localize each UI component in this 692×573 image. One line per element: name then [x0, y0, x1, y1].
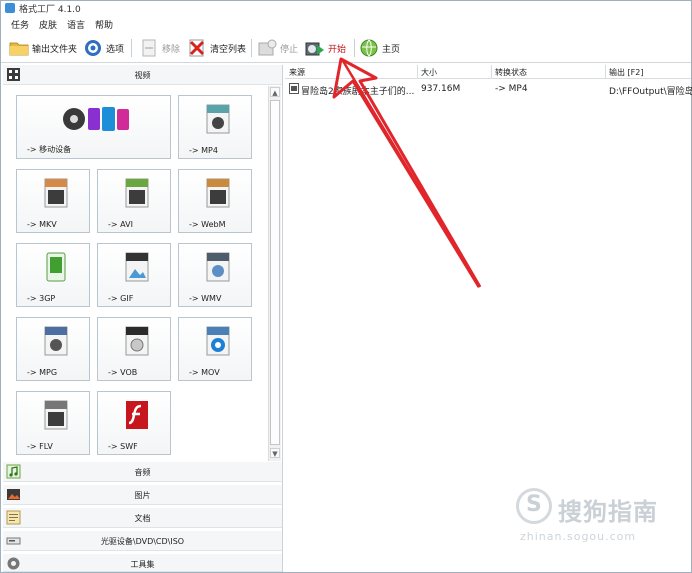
3gp-file-icon	[44, 252, 68, 282]
format-tile-vob[interactable]: -> VOB	[97, 317, 171, 381]
app-logo-icon	[5, 3, 15, 13]
column-divider	[417, 65, 418, 79]
toolbar: 输出文件夹 选项 移除 清空列表 停止 开始 主页	[1, 33, 691, 63]
column-output[interactable]: 输出 [F2]	[609, 67, 643, 78]
stop-icon	[257, 38, 277, 58]
scroll-down-arrow-icon[interactable]: ▼	[270, 448, 280, 458]
category-tools[interactable]: 工具集	[3, 554, 282, 572]
format-tile-mpg[interactable]: -> MPG	[16, 317, 90, 381]
start-play-icon	[305, 38, 325, 58]
toolbar-separator	[354, 39, 355, 57]
format-tile-swf[interactable]: -> SWF	[97, 391, 171, 455]
category-picture[interactable]: 图片	[3, 485, 282, 505]
output-folder-button[interactable]: 输出文件夹	[9, 37, 77, 59]
watermark-text: 搜狗指南	[558, 498, 658, 526]
format-tile-gif[interactable]: -> GIF	[97, 243, 171, 307]
format-tile-avi[interactable]: -> AVI	[97, 169, 171, 233]
avi-file-icon	[125, 178, 149, 208]
toolbar-separator	[251, 39, 252, 57]
gif-file-icon	[125, 252, 149, 282]
flv-file-icon	[44, 400, 68, 430]
column-divider	[605, 65, 606, 79]
table-row[interactable]: 冒险岛2家族剧本主子们的... 937.16M -> MP4 D:\FFOutp…	[285, 81, 692, 97]
category-video[interactable]: 视频	[3, 65, 282, 85]
webm-file-icon	[206, 178, 230, 208]
clear-list-button[interactable]: 清空列表	[187, 37, 246, 59]
row-size: 937.16M	[421, 84, 461, 94]
mov-file-icon	[206, 326, 230, 356]
start-button[interactable]: 开始	[305, 37, 346, 59]
folder-icon	[9, 38, 29, 58]
wmv-file-icon	[206, 252, 230, 282]
remove-doc-icon	[139, 38, 159, 58]
mp4-file-icon	[206, 104, 230, 134]
column-source[interactable]: 来源	[289, 67, 305, 78]
format-tile-webm[interactable]: -> WebM	[178, 169, 252, 233]
video-file-icon	[289, 83, 299, 97]
scrollbar-thumb[interactable]	[270, 100, 280, 445]
watermark-logo-letter: S	[526, 492, 542, 517]
row-source: 冒险岛2家族剧本主子们的...	[301, 87, 415, 97]
home-button[interactable]: 主页	[359, 37, 400, 59]
format-tile-flv[interactable]: -> FLV	[16, 391, 90, 455]
window-title: 格式工厂 4.1.0	[19, 5, 81, 15]
sogou-watermark: S 搜狗指南 zhinan.sogou.com	[516, 486, 676, 546]
menu-task[interactable]: 任务	[11, 18, 29, 31]
menu-help[interactable]: 帮助	[95, 18, 113, 31]
menu-language[interactable]: 语言	[67, 18, 85, 31]
swf-flash-icon	[125, 400, 149, 430]
category-panel: 视频 -> 移动设备 -> MP4 -> MKV -> AVI -> WebM …	[3, 65, 283, 572]
format-tile-mp4[interactable]: -> MP4	[178, 95, 252, 159]
row-status: -> MP4	[495, 84, 528, 94]
mpg-file-icon	[44, 326, 68, 356]
column-divider	[491, 65, 492, 79]
category-document[interactable]: 文档	[3, 508, 282, 528]
vob-file-icon	[125, 326, 149, 356]
category-optical-drive[interactable]: 光驱设备\DVD\CD\ISO	[3, 531, 282, 551]
category-audio[interactable]: 音频	[3, 462, 282, 482]
task-table-header: 来源 大小 转换状态 输出 [F2]	[285, 65, 691, 79]
row-output: D:\FFOutput\冒险岛	[609, 87, 692, 97]
menu-skin[interactable]: 皮肤	[39, 18, 57, 31]
clear-x-icon	[187, 38, 207, 58]
column-size[interactable]: 大小	[421, 67, 437, 78]
format-tile-wmv[interactable]: -> WMV	[178, 243, 252, 307]
remove-button[interactable]: 移除	[139, 37, 180, 59]
toolbar-separator	[131, 39, 132, 57]
format-tile-3gp[interactable]: -> 3GP	[16, 243, 90, 307]
mobile-device-icon	[62, 104, 132, 134]
scroll-up-arrow-icon[interactable]: ▲	[270, 87, 280, 97]
format-tile-mov[interactable]: -> MOV	[178, 317, 252, 381]
format-tile-mobile[interactable]: -> 移动设备	[16, 95, 171, 159]
title-bar: 格式工厂 4.1.0	[1, 1, 691, 15]
home-globe-icon	[359, 38, 379, 58]
format-grid-scrollbar[interactable]: ▲ ▼	[268, 86, 281, 461]
mkv-file-icon	[44, 178, 68, 208]
app-window: 格式工厂 4.1.0 任务 皮肤 语言 帮助 输出文件夹 选项 移除 清空列表 …	[0, 0, 692, 573]
video-format-grid: -> 移动设备 -> MP4 -> MKV -> AVI -> WebM -> …	[3, 86, 267, 461]
options-button[interactable]: 选项	[83, 37, 124, 59]
watermark-url: zhinan.sogou.com	[520, 530, 637, 543]
options-gear-icon	[83, 38, 103, 58]
menu-bar: 任务 皮肤 语言 帮助	[1, 16, 691, 32]
format-tile-mkv[interactable]: -> MKV	[16, 169, 90, 233]
stop-button[interactable]: 停止	[257, 37, 298, 59]
column-status[interactable]: 转换状态	[495, 67, 527, 78]
